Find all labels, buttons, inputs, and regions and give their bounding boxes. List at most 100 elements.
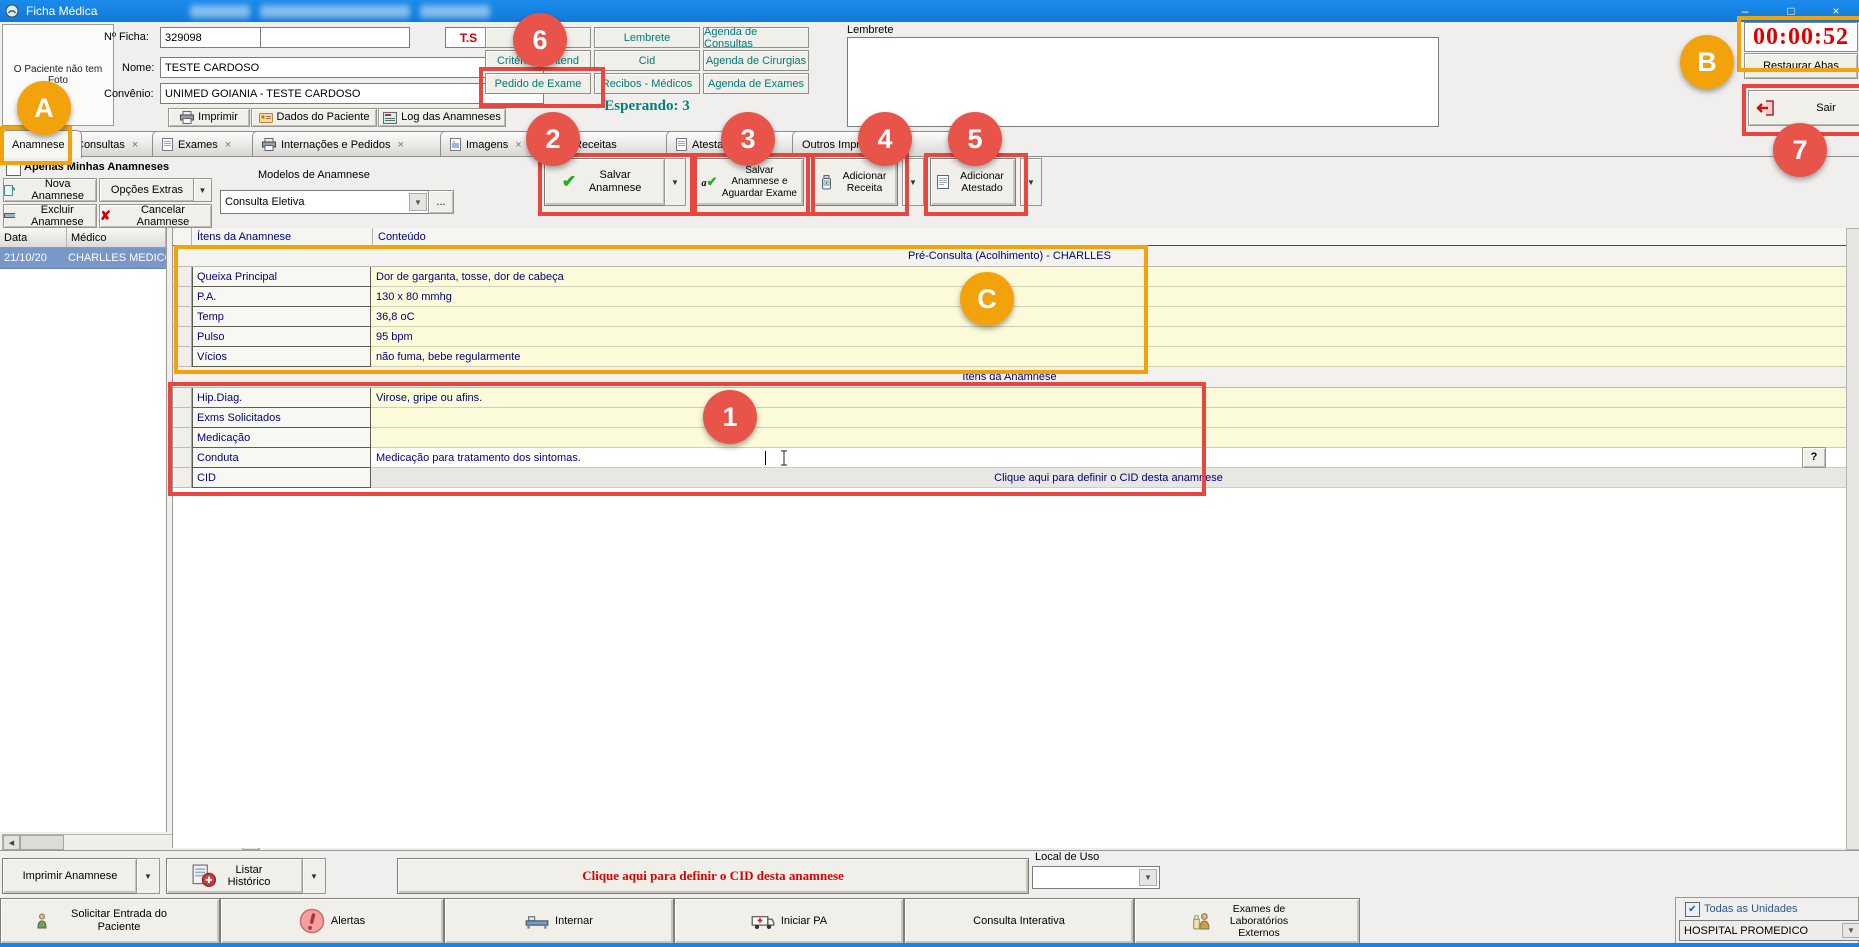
row-gutter[interactable] bbox=[173, 347, 192, 367]
listar-historico-button[interactable]: Listar Histórico bbox=[166, 858, 304, 894]
conteudo-column-header[interactable]: Conteúdo bbox=[373, 228, 1846, 246]
imprimir-anamnese-label: Imprimir Anamnese bbox=[23, 870, 118, 882]
itens-column-header[interactable]: Ítens da Anamnese bbox=[192, 228, 373, 246]
history-row-selected[interactable]: 21/10/20 CHARLLES MEDICO bbox=[0, 248, 166, 269]
imprimir-button[interactable]: Imprimir bbox=[168, 108, 250, 127]
scroll-left-icon[interactable]: ◀ bbox=[3, 835, 20, 850]
column-header-data[interactable]: Data bbox=[0, 228, 67, 248]
chevron-down-icon: ▼ bbox=[310, 872, 318, 881]
row-gutter[interactable] bbox=[173, 448, 192, 468]
lembrete-button[interactable]: Lembrete bbox=[594, 27, 700, 48]
table-vscrollbar[interactable] bbox=[1846, 228, 1859, 850]
row-content[interactable]: 95 bpm bbox=[371, 327, 1846, 347]
row-gutter[interactable] bbox=[173, 307, 192, 327]
local-de-uso-select[interactable]: ▼ bbox=[1032, 866, 1160, 889]
close-icon[interactable]: × bbox=[132, 139, 138, 151]
modelo-more-button[interactable]: ... bbox=[428, 190, 454, 214]
listar-historico-dropdown[interactable]: ▼ bbox=[302, 858, 326, 894]
tab-exames[interactable]: Exames× bbox=[152, 131, 264, 157]
nome-label: Nome: bbox=[122, 62, 154, 74]
close-button[interactable]: × bbox=[1813, 0, 1859, 22]
chevron-down-icon[interactable]: ▼ bbox=[409, 193, 427, 211]
row-content[interactable]: 130 x 80 mmhg bbox=[371, 287, 1846, 307]
row-date: 21/10/20 bbox=[0, 252, 66, 264]
dados-do-paciente-button[interactable]: Dados do Paciente bbox=[251, 108, 377, 127]
excluir-anamnese-button[interactable]: Excluir Anamnese bbox=[3, 204, 97, 228]
apenas-minhas-checkbox[interactable] bbox=[6, 161, 21, 176]
title-bar: Ficha Médica bbox=[0, 0, 1859, 22]
cancelar-anamnese-label: Cancelar Anamnese bbox=[115, 204, 211, 228]
lembrete-panel[interactable] bbox=[847, 37, 1439, 127]
row-content[interactable]: Virose, gripe ou afins. bbox=[371, 388, 1846, 408]
timer-value: 00:00:52 bbox=[1753, 24, 1849, 51]
agenda-consultas-button[interactable]: Agenda de Consultas bbox=[703, 27, 809, 48]
opcoes-extras-label: Opções Extras bbox=[111, 184, 183, 196]
adicionar-receita-dropdown[interactable]: ▼ bbox=[902, 158, 924, 206]
minimize-button[interactable]: – bbox=[1722, 0, 1768, 22]
salvar-anamnese-label: Salvar Anamnese bbox=[582, 169, 648, 194]
internar-button[interactable]: Internar bbox=[444, 898, 674, 944]
apenas-minhas-label: Apenas Minhas Anamneses bbox=[24, 161, 169, 173]
cid-button[interactable]: Cid bbox=[594, 50, 700, 71]
solicitar-entrada-button[interactable]: Solicitar Entrada do Paciente bbox=[0, 898, 220, 944]
row-content[interactable]: 36,8 oC bbox=[371, 307, 1846, 327]
agenda-cirurgias-button[interactable]: Agenda de Cirurgias bbox=[703, 50, 809, 71]
row-gutter[interactable] bbox=[173, 388, 192, 408]
imprimir-anamnese-button[interactable]: Imprimir Anamnese bbox=[2, 858, 138, 894]
todas-unidades-checkbox[interactable]: ✔ bbox=[1685, 902, 1700, 917]
redacted-title-text bbox=[190, 5, 530, 18]
nova-anamnese-label: Nova Anamnese bbox=[19, 178, 96, 202]
help-button[interactable]: ? bbox=[1802, 447, 1826, 468]
pedido-exame-button[interactable]: Pedido de Exame bbox=[485, 73, 591, 94]
row-gutter[interactable] bbox=[173, 468, 192, 488]
scrollbar-thumb[interactable] bbox=[20, 835, 64, 850]
opcoes-extras-button[interactable]: Opções Extras bbox=[99, 178, 195, 202]
nova-anamnese-button[interactable]: Nova Anamnese bbox=[3, 178, 97, 202]
conduta-edit-field[interactable]: Medicação para tratamento dos sintomas. bbox=[371, 448, 1846, 468]
annotation-circle-b: B bbox=[1680, 35, 1734, 89]
adicionar-atestado-dropdown[interactable]: ▼ bbox=[1020, 158, 1042, 206]
ficha-aux-input[interactable] bbox=[260, 27, 410, 48]
row-gutter[interactable] bbox=[173, 267, 192, 287]
alertas-button[interactable]: Alertas bbox=[220, 898, 444, 944]
esperando-status: Esperando: 3 bbox=[485, 98, 809, 115]
definir-cid-button[interactable]: Clique aqui para definir o CID desta ana… bbox=[397, 858, 1029, 894]
row-content[interactable]: Dor de garganta, tosse, dor de cabeça bbox=[371, 267, 1846, 287]
close-icon[interactable]: × bbox=[225, 139, 231, 151]
agenda-exames-button[interactable]: Agenda de Exames bbox=[703, 73, 809, 94]
tab-internacoes[interactable]: Internações e Pedidos× bbox=[252, 131, 454, 157]
salvar-anamnese-button[interactable]: ✔ Salvar Anamnese bbox=[544, 158, 666, 206]
maximize-button[interactable]: □ bbox=[1768, 0, 1814, 22]
restaurar-abas-button[interactable]: Restaurar Abas bbox=[1744, 53, 1858, 79]
row-gutter[interactable] bbox=[173, 287, 192, 307]
unidade-select[interactable]: HOSPITAL PROMEDICO ▼ bbox=[1679, 920, 1859, 941]
row-content[interactable]: não fuma, bebe regularmente bbox=[371, 347, 1846, 367]
chevron-down-icon[interactable]: ▼ bbox=[1842, 923, 1859, 938]
salvar-anamnese-dropdown[interactable]: ▼ bbox=[664, 158, 686, 206]
column-header-medico[interactable]: Médico bbox=[67, 228, 166, 248]
chevron-down-icon[interactable]: ▼ bbox=[1139, 869, 1157, 886]
row-gutter[interactable] bbox=[173, 408, 192, 428]
cid-define-link[interactable]: Clique aqui para definir o CID desta ana… bbox=[371, 468, 1846, 488]
window-title: Ficha Médica bbox=[26, 4, 97, 18]
cancelar-anamnese-button[interactable]: ✘ Cancelar Anamnese bbox=[99, 204, 212, 228]
adicionar-atestado-label: Adicionar Atestado bbox=[955, 170, 1009, 194]
recibos-medicos-button[interactable]: Recibos - Médicos bbox=[594, 73, 700, 94]
anamnese-history-list: Data Médico 21/10/20 CHARLLES MEDICO bbox=[0, 228, 167, 832]
alertas-label: Alertas bbox=[331, 915, 365, 928]
exames-lab-externos-button[interactable]: Exames de Laboratórios Externos bbox=[1134, 898, 1360, 944]
iniciar-pa-button[interactable]: Iniciar PA bbox=[674, 898, 904, 944]
row-content[interactable] bbox=[371, 408, 1846, 428]
row-content[interactable] bbox=[371, 428, 1846, 448]
close-icon[interactable]: × bbox=[397, 139, 403, 151]
close-icon[interactable]: × bbox=[515, 139, 521, 151]
ficha-input[interactable]: 329098 bbox=[160, 27, 263, 48]
check-icon: ✔ bbox=[562, 172, 576, 192]
opcoes-extras-dropdown[interactable]: ▼ bbox=[193, 178, 212, 202]
sair-button[interactable]: Sair bbox=[1748, 90, 1859, 126]
imprimir-anamnese-dropdown[interactable]: ▼ bbox=[136, 858, 160, 894]
modelo-select[interactable]: Consulta Eletiva ▼ bbox=[220, 190, 430, 214]
consulta-interativa-button[interactable]: Consulta Interativa bbox=[904, 898, 1134, 944]
row-gutter[interactable] bbox=[173, 428, 192, 448]
row-gutter[interactable] bbox=[173, 327, 192, 347]
